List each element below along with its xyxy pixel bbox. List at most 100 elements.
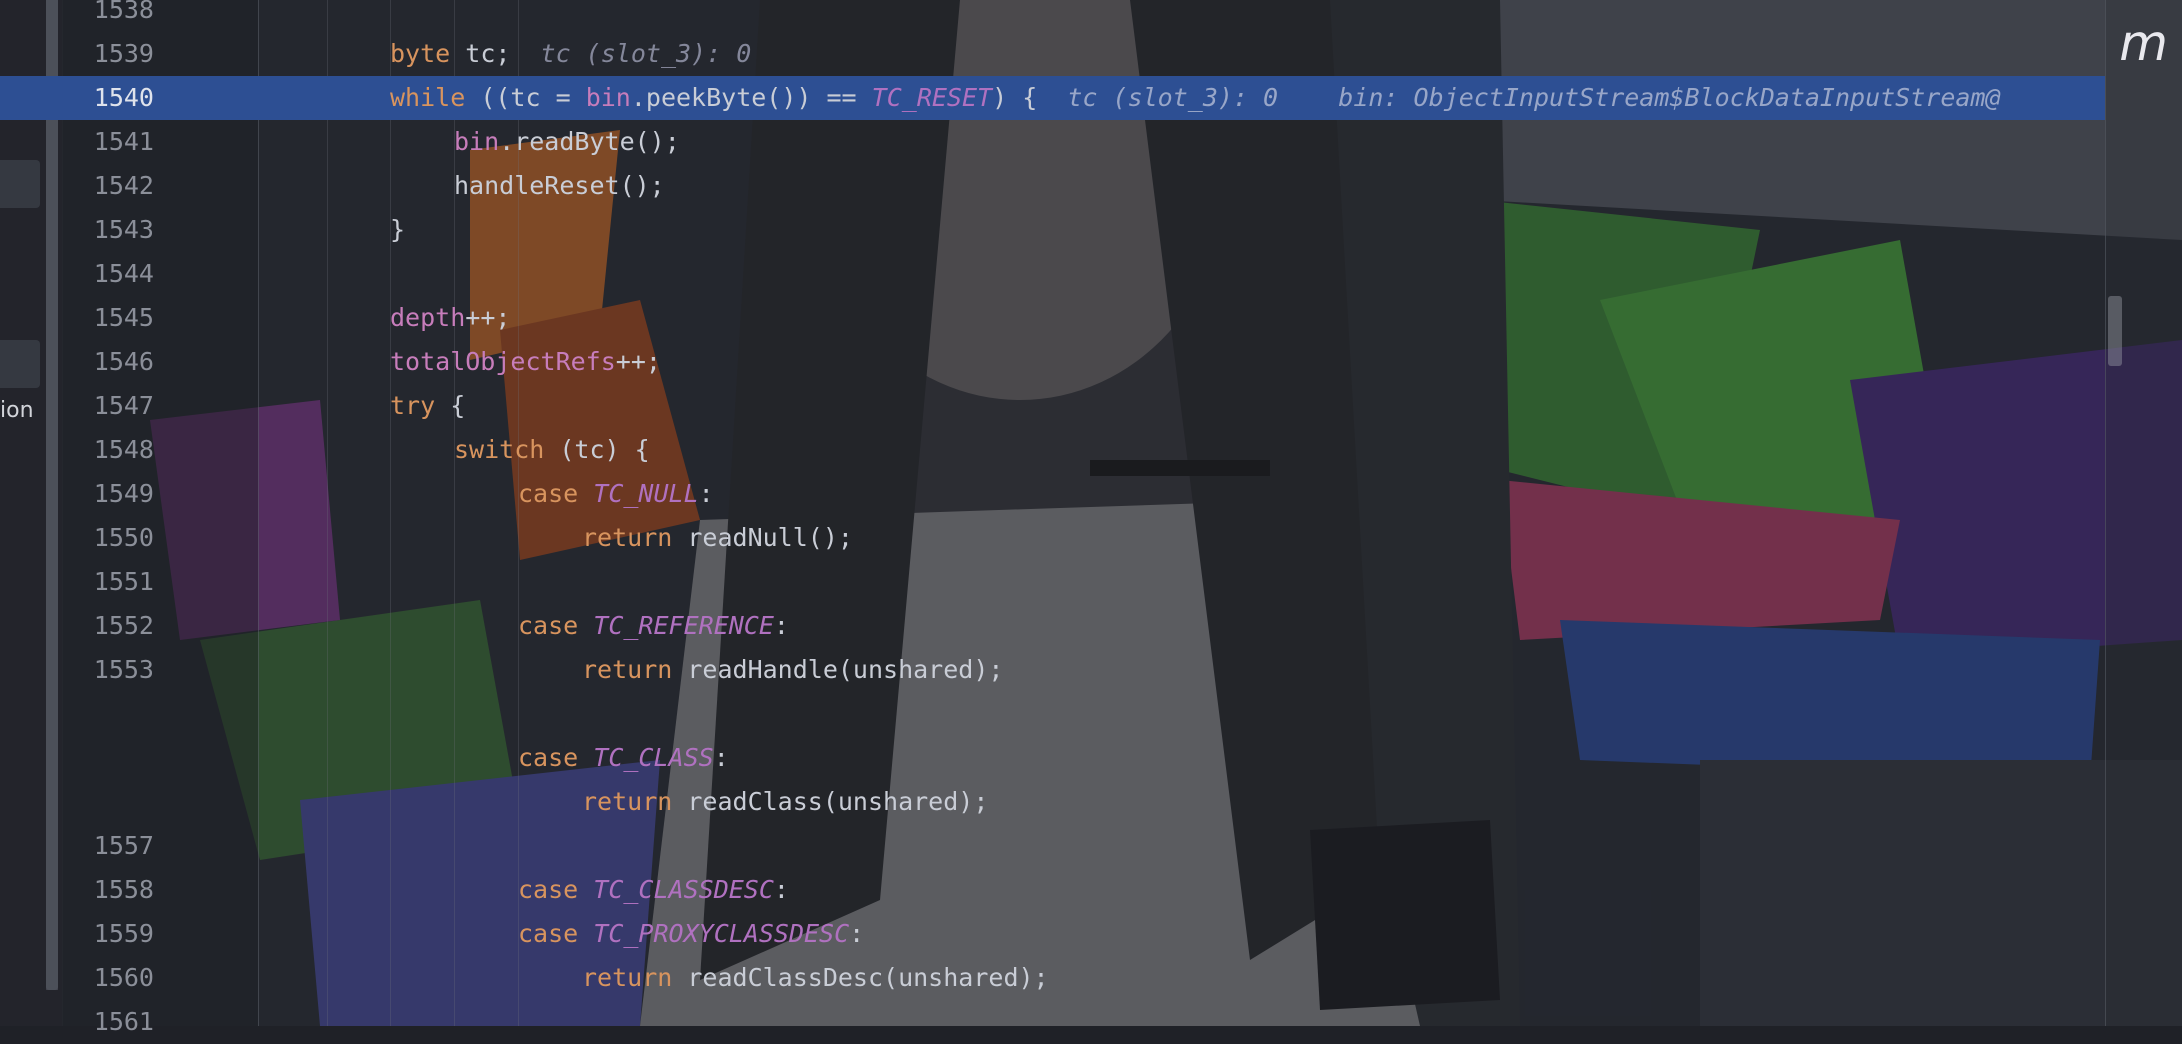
code-token: readClass(unshared); [672, 787, 989, 816]
line-number[interactable]: 1557 [62, 824, 154, 868]
code-token: switch [454, 435, 545, 464]
code-token: .peekByte()) == [630, 83, 872, 112]
line-number[interactable]: 1560 [62, 956, 154, 1000]
code-line[interactable]: 1558 case TC_CLASSDESC: [0, 868, 2105, 912]
editor-scrollbar[interactable] [2105, 0, 2182, 1026]
code-token: return [582, 523, 673, 552]
code-text[interactable]: return readClassDesc(unshared); [582, 956, 1049, 1000]
code-text[interactable]: depth++; [390, 296, 510, 340]
current-execution-line[interactable]: 1540 while ((tc = bin.peekByte()) == TC_R… [0, 76, 2105, 120]
code-token: (tc) { [544, 435, 650, 464]
line-number[interactable]: 1550 [62, 516, 154, 560]
code-token: TC_REFERENCE [593, 611, 774, 640]
code-token: depth [390, 303, 466, 332]
line-number[interactable]: 1540 [62, 76, 154, 120]
code-token: bin [454, 127, 500, 156]
code-line[interactable]: 1547 try { [0, 384, 2105, 428]
code-text[interactable]: switch (tc) { [454, 428, 650, 472]
code-token: } [390, 215, 406, 244]
code-text[interactable]: case TC_REFERENCE: [518, 604, 789, 648]
code-line[interactable]: 1549 case TC_NULL: [0, 472, 2105, 516]
code-line[interactable]: case TC_CLASS: [0, 736, 2105, 780]
code-text[interactable]: return readClass(unshared); [582, 780, 988, 824]
line-number[interactable]: 1553 [62, 648, 154, 692]
code-token: case [518, 743, 579, 772]
line-number[interactable]: 1559 [62, 912, 154, 956]
code-token: return [582, 655, 673, 684]
line-number[interactable]: 1543 [62, 208, 154, 252]
code-line[interactable]: 1552 case TC_REFERENCE: [0, 604, 2105, 648]
code-token: ++; [465, 303, 511, 332]
code-token: TC_PROXYCLASSDESC [593, 919, 850, 948]
code-line[interactable]: 1551 [0, 560, 2105, 604]
code-line[interactable]: 1543} [0, 208, 2105, 252]
code-line[interactable]: 1561 [0, 1000, 2105, 1044]
code-token: : [713, 743, 729, 772]
code-token: TC_CLASSDESC [593, 875, 774, 904]
code-token: readHandle(unshared); [672, 655, 1004, 684]
code-token: { [435, 391, 466, 420]
code-token: readNull(); [672, 523, 853, 552]
code-text[interactable]: byte tc; tc (slot_3): 0 [390, 32, 751, 76]
code-text[interactable]: totalObjectRefs++; [390, 340, 661, 384]
line-number[interactable]: 1542 [62, 164, 154, 208]
code-line[interactable]: 1560 return readClassDesc(unshared); [0, 956, 2105, 1000]
line-number[interactable]: 1549 [62, 472, 154, 516]
line-number[interactable]: 1541 [62, 120, 154, 164]
code-text[interactable]: bin.readByte(); [454, 120, 680, 164]
code-token: : [773, 611, 789, 640]
code-token: .readByte(); [499, 127, 680, 156]
line-number[interactable]: 1544 [62, 252, 154, 296]
code-token: case [518, 875, 579, 904]
code-line[interactable]: 1546 totalObjectRefs++; [0, 340, 2105, 384]
line-number[interactable]: 1561 [62, 1000, 154, 1044]
code-token: while [390, 83, 466, 112]
code-text[interactable]: while ((tc = bin.peekByte()) == TC_RESET… [390, 76, 2001, 120]
line-number[interactable]: 1558 [62, 868, 154, 912]
code-line[interactable]: 1557 [0, 824, 2105, 868]
code-line[interactable]: 1550 return readNull(); [0, 516, 2105, 560]
line-number[interactable]: 1545 [62, 296, 154, 340]
code-line[interactable]: 1545 depth++; [0, 296, 2105, 340]
code-token: readClassDesc(unshared); [672, 963, 1049, 992]
code-text[interactable]: } [390, 208, 405, 252]
app-logo: m [2119, 14, 2168, 72]
code-token: case [518, 479, 579, 508]
code-text[interactable]: try { [390, 384, 465, 428]
line-number[interactable]: 1539 [62, 32, 154, 76]
code-text[interactable]: case TC_CLASSDESC: [518, 868, 789, 912]
code-line[interactable]: 1542 handleReset(); [0, 164, 2105, 208]
line-number[interactable]: 1546 [62, 340, 154, 384]
code-token: ) { [992, 83, 1068, 112]
code-line[interactable]: 1544 [0, 252, 2105, 296]
code-line[interactable]: 1559 case TC_PROXYCLASSDESC: [0, 912, 2105, 956]
line-number[interactable]: 1548 [62, 428, 154, 472]
inline-debug-value: tc (slot_3): 0 bin: ObjectInputStream$Bl… [1067, 83, 2001, 112]
code-line[interactable]: 1538 [0, 0, 2105, 32]
code-line[interactable]: 1553 return readHandle(unshared); [0, 648, 2105, 692]
code-text[interactable]: case TC_NULL: [518, 472, 714, 516]
line-number[interactable]: 1552 [62, 604, 154, 648]
code-line[interactable] [0, 692, 2105, 736]
code-text[interactable]: case TC_CLASS: [518, 736, 729, 780]
code-token: TC_RESET [871, 83, 993, 112]
code-text[interactable]: handleReset(); [454, 164, 665, 208]
code-line[interactable]: 1541 bin.readByte(); [0, 120, 2105, 164]
line-number[interactable]: 1547 [62, 384, 154, 428]
code-token: try [390, 391, 436, 420]
code-text[interactable]: return readHandle(unshared); [582, 648, 1003, 692]
code-text[interactable]: case TC_PROXYCLASSDESC: [518, 912, 864, 956]
line-number[interactable]: 1551 [62, 560, 154, 604]
code-token: ++; [615, 347, 661, 376]
code-line[interactable]: 1548 switch (tc) { [0, 428, 2105, 472]
line-number[interactable]: 1538 [62, 0, 154, 32]
code-token: return [582, 787, 673, 816]
code-line[interactable]: return readClass(unshared); [0, 780, 2105, 824]
code-text[interactable]: return readNull(); [582, 516, 853, 560]
code-line[interactable]: 1539 byte tc; tc (slot_3): 0 [0, 32, 2105, 76]
code-token: handleReset(); [454, 171, 665, 200]
scrollbar-thumb[interactable] [2108, 296, 2122, 366]
